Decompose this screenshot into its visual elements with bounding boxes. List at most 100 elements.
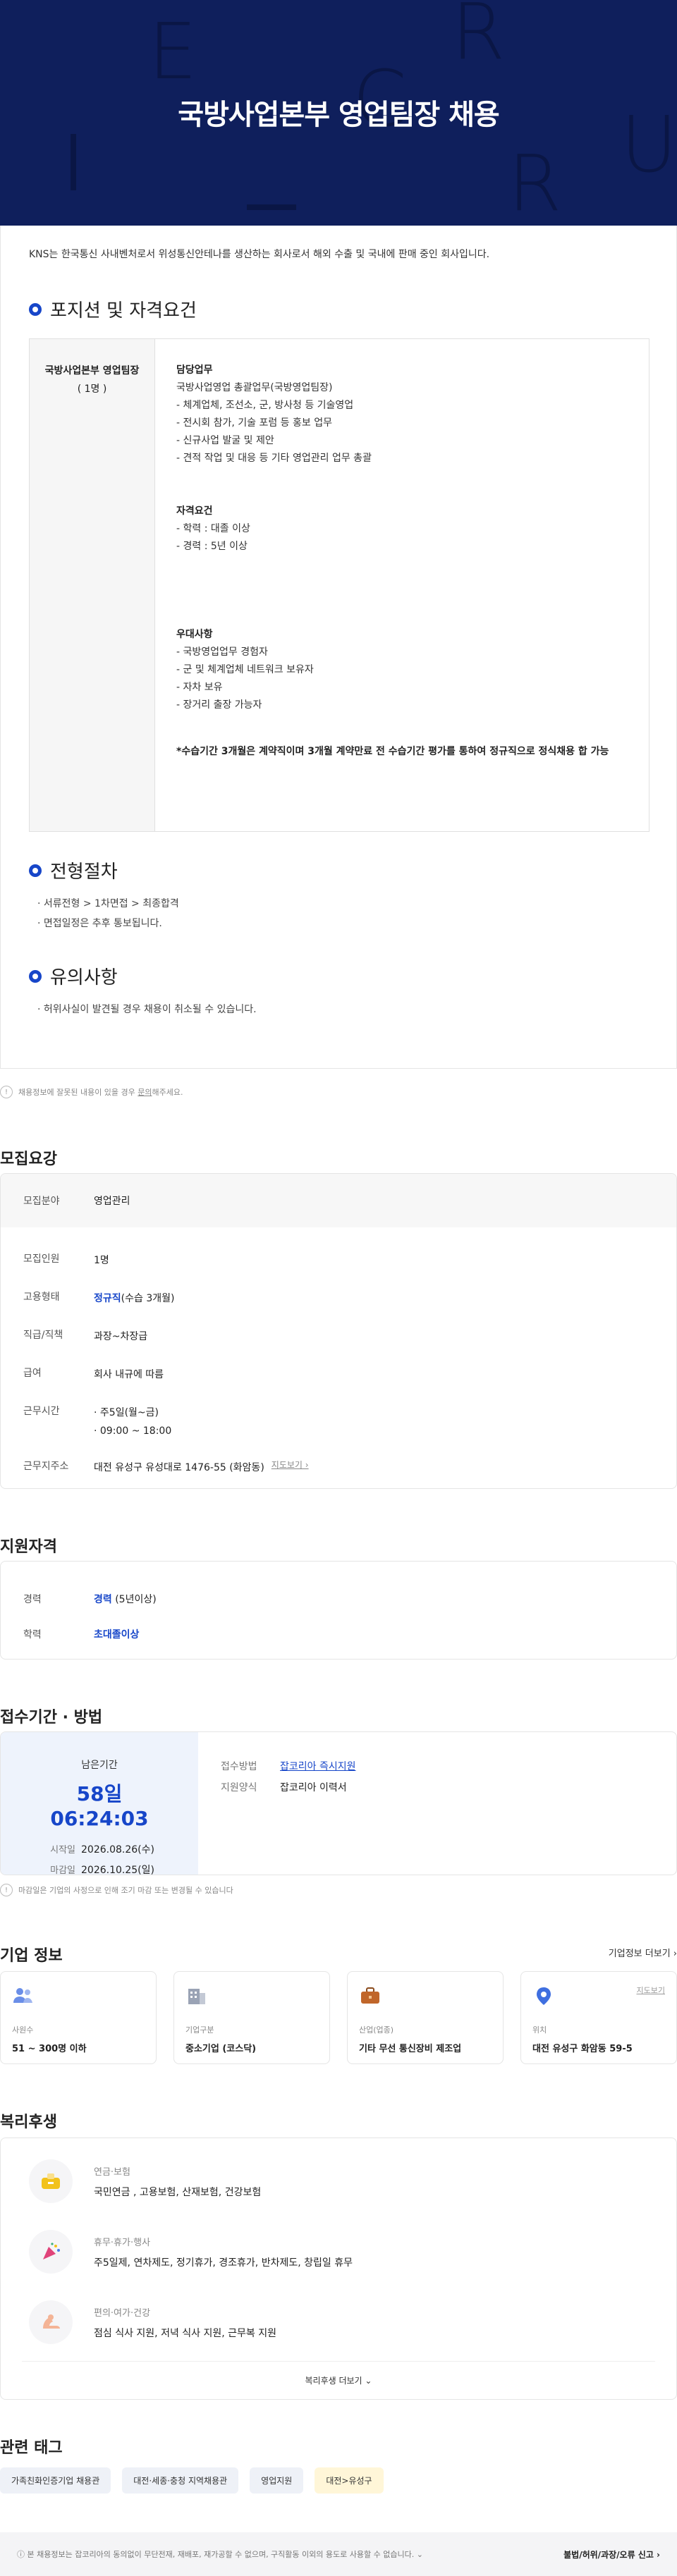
- building-icon: [188, 1989, 205, 2004]
- qual-line: - 경력 : 5년 이상: [176, 541, 248, 552]
- bullet-ring-icon: [29, 969, 42, 983]
- pref-line: - 국방영업업무 경험자: [176, 646, 268, 658]
- location-map-link[interactable]: 지도보기: [637, 1985, 665, 1996]
- banner-decor-bar: [247, 204, 296, 210]
- banner-decor-letter: E: [148, 6, 197, 97]
- position-section-title: 포지션 및 자격요건: [29, 296, 197, 322]
- position-table: 국방사업본부 영업팀장 ( 1명 ) 담당업무 국방사업영업 총괄업무(국방영업…: [29, 338, 649, 832]
- report-error-note: ! 채용정보에 잘못된 내용이 있을 경우 문의해주세요.: [0, 1086, 183, 1098]
- recruit-row: 모집인원 1명: [23, 1253, 109, 1266]
- info-icon: !: [0, 1086, 13, 1098]
- duty-line: - 견적 작업 및 대응 등 기타 영업관리 업무 총괄: [176, 453, 372, 464]
- tag-item[interactable]: 대전·세종·충청 지역채용관: [122, 2467, 239, 2494]
- quick-apply-link[interactable]: 잡코리아 즉시지원: [280, 1761, 356, 1772]
- briefcase-icon: [361, 1987, 379, 2004]
- list-item: 서류전형 > 1차면접 > 최종합격: [37, 894, 179, 914]
- company-card-type: 기업구분 중소기업 (코스닥): [173, 1971, 330, 2064]
- recruit-heading: 모집요강: [0, 1151, 57, 1168]
- recruit-row: 근무시간 · 주5일(월~금) · 09:00 ~ 18:00: [1, 1391, 676, 1446]
- pref-line: - 군 및 체계업체 네트워크 보유자: [176, 664, 314, 675]
- company-intro: KNS는 한국통신 사내벤처로서 위성통신안테나를 생산하는 회사로서 해외 수…: [29, 249, 490, 260]
- pref-heading: 우대사항: [176, 629, 213, 640]
- career-link[interactable]: 경력: [94, 1594, 112, 1605]
- recruit-row: 근무지주소 대전 유성구 유성대로 1476-55 (화암동) 지도보기 ›: [1, 1446, 676, 1484]
- job-posting-page: E R C U R 국방사업본부 영업팀장 채용 KNS는 한국통신 사내벤처로…: [0, 0, 677, 2576]
- work-hours-line: · 09:00 ~ 18:00: [94, 1425, 172, 1437]
- duty-line: - 체계업체, 조선소, 군, 방사청 등 기술영업: [176, 400, 354, 411]
- bullet-ring-icon: [29, 302, 42, 316]
- position-name-cell: 국방사업본부 영업팀장 ( 1명 ): [30, 339, 155, 831]
- piggy-bank-icon: [29, 2159, 73, 2203]
- tag-item[interactable]: 가족친화인증기업 채용관: [0, 2467, 111, 2494]
- pref-line: - 장거리 출장 가능자: [176, 699, 262, 711]
- map-link[interactable]: 지도보기 ›: [272, 1459, 309, 1471]
- work-address: 대전 유성구 유성대로 1476-55 (화암동): [94, 1462, 264, 1473]
- footer-bar: ⓘ 본 채용정보는 잡코리아의 동의없이 무단전재, 재배포, 재가공할 수 없…: [0, 2532, 677, 2576]
- remaining-countdown: 58일 06:24:03: [50, 1782, 149, 1830]
- caution-section-title: 유의사항: [29, 963, 118, 989]
- company-more-link[interactable]: 기업정보 더보기 ›: [609, 1946, 677, 1959]
- duty-line: - 신규사업 발굴 및 제안: [176, 435, 274, 446]
- tag-item[interactable]: 영업지원: [250, 2467, 304, 2494]
- welfare-more-button[interactable]: 복리후생 더보기 ⌄: [22, 2361, 655, 2386]
- flexed-arm-icon: [29, 2300, 73, 2344]
- inquiry-link[interactable]: 문의: [138, 1088, 152, 1097]
- people-icon: [13, 1988, 32, 2003]
- company-heading: 기업 정보: [0, 1947, 63, 1965]
- bullet-ring-icon: [29, 864, 42, 877]
- banner-decor-letter: R: [508, 138, 562, 226]
- field-label: 모집분야: [23, 1196, 60, 1207]
- process-section-title: 전형절차: [29, 857, 118, 883]
- banner-decor-bar: [71, 134, 76, 190]
- qual-heading: 자격요건: [176, 505, 213, 517]
- apply-method-panel: 접수방법 잡코리아 즉시지원 지원양식 잡코리아 이력서: [221, 1761, 356, 1793]
- period-heading: 접수기간 · 방법: [0, 1709, 103, 1726]
- duty-line: - 전시회 참가, 기술 포럼 등 홍보 업무: [176, 417, 332, 429]
- qualification-box: 경력 경력 (5년이상) 학력 초대졸이상: [0, 1561, 677, 1660]
- recruit-row: 직급/직책 과장~차장급: [23, 1330, 148, 1342]
- company-cards: 사원수 51 ~ 300명 이하 기업구분 중소기업 (코스닥) 산업(업종) …: [0, 1971, 677, 2064]
- duty-line: 국방사업영업 총괄업무(국방영업팀장): [176, 382, 333, 393]
- field-value: 영업관리: [94, 1196, 130, 1207]
- recruit-summary: 모집분야 영업관리 모집인원 1명 고용형태 정규직(수습 3개월) 직급/직책…: [0, 1173, 677, 1489]
- tag-item[interactable]: 대전>유성구: [315, 2467, 384, 2494]
- qualification-row: 경력 경력 (5년이상): [23, 1594, 157, 1605]
- pref-line: - 자차 보유: [176, 682, 223, 693]
- recruit-row: 급여 회사 내규에 따름: [23, 1368, 164, 1380]
- welfare-item: 연금·보험 국민연금 , 고용보험, 산재보험, 건강보험: [29, 2159, 261, 2203]
- location-icon: [537, 1987, 551, 2005]
- welfare-heading: 복리후생: [0, 2114, 57, 2131]
- work-hours-line: · 주5일(월~금): [94, 1407, 159, 1418]
- list-item: 면접일정은 추후 통보됩니다.: [37, 914, 179, 933]
- recruit-field-row: 모집분야 영업관리: [1, 1174, 676, 1227]
- start-date: 2026.08.26(수): [81, 1844, 154, 1856]
- welfare-item: 휴무·휴가·행사 주5일제, 연차제도, 정기휴가, 경조휴가, 반차제도, 창…: [29, 2230, 353, 2274]
- company-card-location: 지도보기 위치 대전 유성구 화암동 59-5: [520, 1971, 677, 2064]
- welfare-item: 편의·여가·건강 점심 식사 지원, 저녁 식사 지원, 근무복 지원: [29, 2300, 276, 2344]
- report-link[interactable]: 불법/허위/과장/오류 신고 ›: [563, 2549, 660, 2560]
- position-desc-cell: 담당업무 국방사업영업 총괄업무(국방영업팀장) - 체계업체, 조선소, 군,…: [155, 339, 649, 831]
- company-card-industry: 산업(업종) 기타 무선 통신장비 제조업: [347, 1971, 504, 2064]
- end-date: 2026.10.25(일): [81, 1865, 154, 1875]
- period-box: 남은기간 58일 06:24:03 시작일 2026.08.26(수) 마감일 20…: [0, 1731, 677, 1875]
- deadline-note: ! 마감일은 기업의 사정으로 인해 조기 마감 또는 변경될 수 있습니다: [0, 1884, 233, 1896]
- qualification-row: 학력 초대졸이상: [23, 1617, 654, 1652]
- caution-list: 허위사실이 발견될 경우 채용이 취소될 수 있습니다.: [37, 1000, 257, 1019]
- remaining-time-panel: 남은기간 58일 06:24:03 시작일 2026.08.26(수) 마감일 20…: [1, 1732, 198, 1875]
- company-card-employees: 사원수 51 ~ 300명 이하: [0, 1971, 157, 2064]
- position-count: ( 1명 ): [77, 384, 107, 395]
- job-detail: KNS는 한국통신 사내벤처로서 위성통신안테나를 생산하는 회사로서 해외 수…: [0, 226, 677, 1069]
- info-icon: !: [0, 1884, 13, 1896]
- banner-decor-letter: R: [451, 0, 506, 77]
- welfare-box: 연금·보험 국민연금 , 고용보험, 산재보험, 건강보험 휴무·휴가·행사 주…: [0, 2138, 677, 2400]
- party-popper-icon: [29, 2230, 73, 2274]
- process-list: 서류전형 > 1차면접 > 최종합격 면접일정은 추후 통보됩니다.: [37, 894, 179, 933]
- duties-heading: 담당업무: [176, 364, 213, 376]
- job-title: 국방사업본부 영업팀장 채용: [178, 99, 499, 131]
- employment-type-link[interactable]: 정규직: [94, 1293, 121, 1304]
- tag-list: 가족친화인증기업 채용관 대전·세종·충청 지역채용관 영업지원 대전>유성구: [0, 2467, 384, 2494]
- probation-note: *수습기간 3개월은 계약직이며 3개월 계약만료 전 수습기간 평가를 통하여…: [176, 746, 609, 757]
- list-item: 허위사실이 발견될 경우 채용이 취소될 수 있습니다.: [37, 1000, 257, 1019]
- copyright-notice: ⓘ 본 채용정보는 잡코리아의 동의없이 무단전재, 재배포, 재가공할 수 없…: [17, 2550, 423, 2559]
- education-link[interactable]: 초대졸이상: [94, 1627, 139, 1641]
